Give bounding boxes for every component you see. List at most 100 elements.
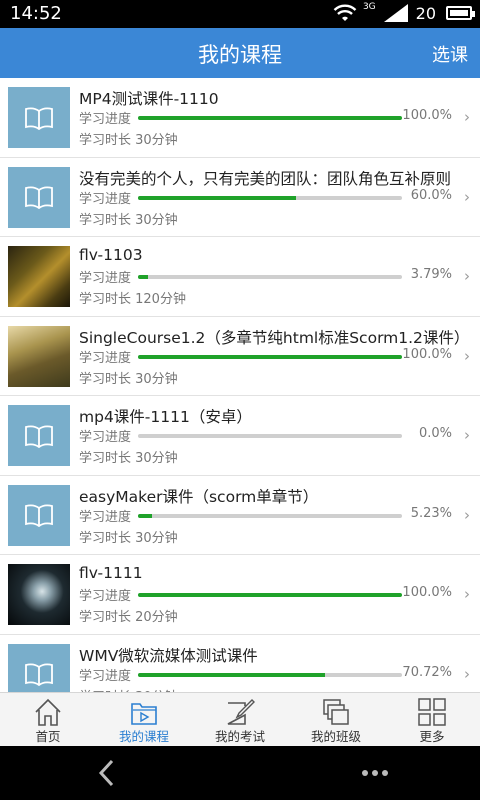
course-thumbnail xyxy=(8,405,70,466)
course-title: MP4测试课件-1110 xyxy=(79,90,219,108)
back-icon[interactable] xyxy=(92,756,122,790)
progress-percent: 5.23% xyxy=(410,505,452,521)
course-list[interactable]: MP4测试课件-1110 学习进度 100.0% 学习时长 30分钟 › 没有完美的个人，… xyxy=(0,78,480,692)
course-list-item[interactable]: mp4课件-1111（安卓） 学习进度 0.0% 学习时长 30分钟 › xyxy=(0,396,480,476)
chevron-right-icon: › xyxy=(464,585,470,603)
progress-percent: 100.0% xyxy=(402,108,452,123)
folder-play-icon xyxy=(131,703,157,725)
progress-percent: 0.0% xyxy=(418,426,452,441)
progress-label: 学习进度 xyxy=(79,589,132,604)
progress-label: 学习进度 xyxy=(79,430,132,445)
progress-bar xyxy=(138,593,402,597)
course-list-item[interactable]: WMV微软流媒体测试课件学习进度70.72%学习时长 30分钟› xyxy=(0,634,480,692)
progress-bar-fill xyxy=(138,354,402,359)
tab-more-label: 更多 xyxy=(419,729,445,744)
page-title: 我的课程 xyxy=(198,43,282,67)
course-title: easyMaker课件（scorm单章节） xyxy=(79,487,319,506)
battery-icon xyxy=(446,6,475,20)
progress-bar xyxy=(138,195,402,200)
tab-my-courses-label: 我的课程 xyxy=(118,729,169,744)
book-icon xyxy=(25,504,53,527)
chevron-right-icon: › xyxy=(464,505,470,524)
progress-label: 学习进度 xyxy=(79,271,132,286)
course-title: WMV微软流媒体测试课件 xyxy=(79,646,258,665)
study-duration: 学习时长 30分钟 xyxy=(79,212,178,228)
progress-bar-fill xyxy=(138,593,402,597)
course-thumbnail xyxy=(8,484,70,546)
tab-more[interactable]: 更多 xyxy=(384,693,480,746)
status-bar: 14:52 3G 20 xyxy=(0,0,480,28)
study-duration: 学习时长 30分钟 xyxy=(79,371,178,387)
course-thumbnail-photo xyxy=(8,564,70,625)
tab-my-exams-label: 我的考试 xyxy=(214,729,265,744)
course-list-item[interactable]: SingleCourse1.2（多章节纯html标准Scorm1.2课件） 学习进… xyxy=(0,316,480,396)
study-duration: 学习时长 30分钟 xyxy=(79,530,178,546)
book-icon xyxy=(25,425,53,448)
chevron-right-icon: › xyxy=(464,426,470,444)
progress-percent: 3.79% xyxy=(410,267,452,282)
progress-bar xyxy=(138,354,402,359)
progress-bar-fill xyxy=(138,275,148,279)
course-thumbnail xyxy=(8,166,70,228)
chevron-right-icon: › xyxy=(464,664,470,683)
progress-bar xyxy=(138,672,402,677)
bottom-tab-bar: 首页 我的课程 我的考试 我的班级 更多 xyxy=(0,692,480,746)
course-thumbnail xyxy=(8,643,70,692)
select-course-button[interactable]: 选课 xyxy=(432,41,468,67)
book-icon xyxy=(25,186,53,209)
study-duration: 学习时长 120分钟 xyxy=(79,292,186,307)
network-type: 3G xyxy=(362,2,376,12)
course-title: flv-1111 xyxy=(79,564,143,582)
progress-label: 学习进度 xyxy=(79,112,132,127)
book-icon xyxy=(25,107,53,130)
study-duration: 学习时长 30分钟 xyxy=(79,133,178,148)
course-list-item[interactable]: 没有完美的个人，只有完美的团队：团队角色互补原则 学习进度 60.0% 学习时长 30… xyxy=(0,157,480,237)
grid-icon xyxy=(418,698,446,726)
progress-percent: 100.0% xyxy=(402,346,452,362)
home-icon xyxy=(35,698,61,726)
progress-bar xyxy=(138,275,402,279)
course-title: flv-1103 xyxy=(79,246,143,264)
course-list-item[interactable]: MP4测试课件-1110 学习进度 100.0% 学习时长 30分钟 › xyxy=(0,78,480,158)
class-icon xyxy=(323,699,349,725)
progress-percent: 70.72% xyxy=(402,664,452,680)
progress-bar-fill xyxy=(138,116,402,120)
chevron-right-icon: › xyxy=(464,187,470,206)
status-time: 14:52 xyxy=(10,3,62,24)
study-duration: 学习时长 30分钟 xyxy=(79,451,178,466)
book-icon xyxy=(25,663,53,686)
progress-percent: 100.0% xyxy=(402,585,452,600)
course-thumbnail-photo xyxy=(8,325,70,387)
progress-label: 学习进度 xyxy=(79,509,132,525)
system-nav-bar xyxy=(0,746,480,800)
study-duration: 学习时长 20分钟 xyxy=(79,610,178,625)
tab-my-exams[interactable]: 我的考试 xyxy=(192,693,288,746)
wifi-icon xyxy=(333,4,357,21)
progress-bar xyxy=(138,434,402,438)
tab-my-courses[interactable]: 我的课程 xyxy=(96,693,192,746)
tab-home-label: 首页 xyxy=(35,729,61,744)
signal-icon xyxy=(383,4,408,22)
course-title: SingleCourse1.2（多章节纯html标准Scorm1.2课件） xyxy=(79,328,470,347)
progress-bar xyxy=(138,513,402,518)
edit-icon xyxy=(227,699,255,725)
more-options-icon[interactable] xyxy=(358,756,392,790)
course-list-item[interactable]: flv-1103 学习进度 3.79% 学习时长 120分钟 › xyxy=(0,237,480,317)
progress-label: 学习进度 xyxy=(79,668,132,684)
progress-bar-fill xyxy=(138,672,325,677)
tab-my-classes-label: 我的班级 xyxy=(310,729,361,744)
progress-bar xyxy=(138,116,402,120)
course-thumbnail xyxy=(8,87,70,148)
course-thumbnail-photo xyxy=(8,246,70,307)
chevron-right-icon: › xyxy=(464,267,470,285)
course-title: mp4课件-1111（安卓） xyxy=(79,408,252,426)
progress-label: 学习进度 xyxy=(79,350,132,366)
tab-my-classes[interactable]: 我的班级 xyxy=(288,693,384,746)
course-list-item[interactable]: easyMaker课件（scorm单章节） 学习进度 5.23% 学习时长 30分钟 › xyxy=(0,475,480,555)
battery-level: 20 xyxy=(415,3,436,23)
course-list-item[interactable]: flv-1111 学习进度 100.0% 学习时长 20分钟 › xyxy=(0,555,480,635)
course-title: 没有完美的个人，只有完美的团队：团队角色互补原则 xyxy=(79,169,452,188)
chevron-right-icon: › xyxy=(464,108,470,126)
progress-bar-fill xyxy=(138,195,297,200)
tab-home[interactable]: 首页 xyxy=(0,693,96,746)
